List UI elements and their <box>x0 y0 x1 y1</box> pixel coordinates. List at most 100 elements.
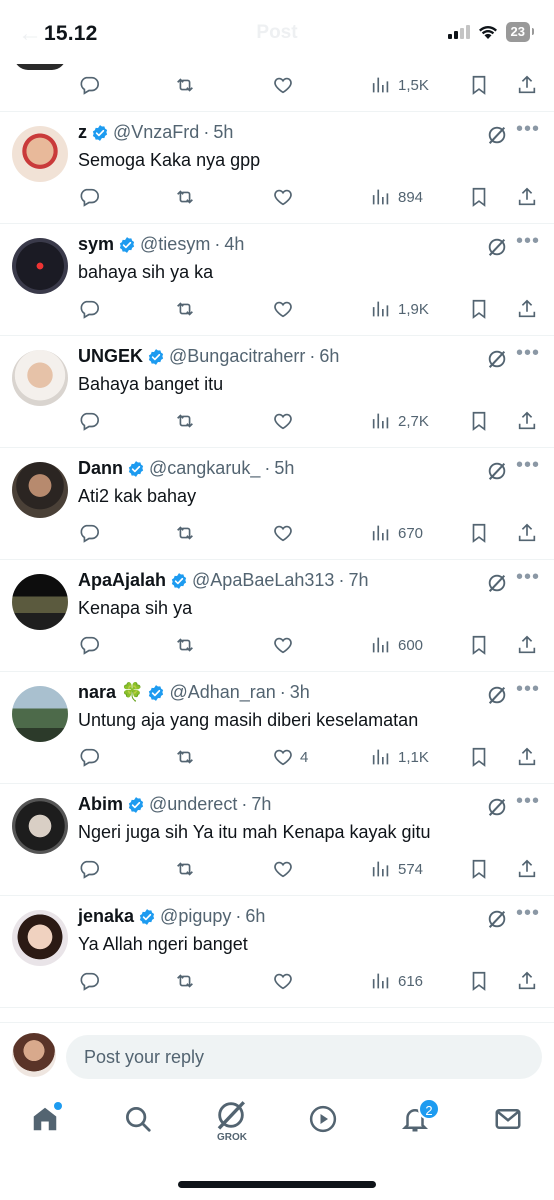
avatar[interactable] <box>12 910 68 966</box>
retweet-button[interactable] <box>174 182 196 212</box>
like-button[interactable]: 4 <box>272 742 308 772</box>
views-button[interactable]: 670 <box>370 518 423 548</box>
reply-tweet[interactable]: nara 🍀 @Adhan_ran · 3h Untung aja yang m… <box>0 672 554 784</box>
more-icon[interactable]: ••• <box>516 678 540 701</box>
author-name[interactable]: ApaAjalah <box>78 570 166 591</box>
avatar[interactable] <box>12 1033 56 1077</box>
like-button[interactable] <box>272 406 300 436</box>
reply-button[interactable] <box>78 630 100 660</box>
reply-tweet[interactable]: ApaAjalah @ApaBaeLah313 · 7h Kenapa sih … <box>0 560 554 672</box>
avatar[interactable] <box>12 238 68 294</box>
author-handle[interactable]: @ApaBaeLah313 <box>192 570 334 591</box>
reply-button[interactable] <box>78 854 100 884</box>
retweet-button[interactable] <box>174 70 196 100</box>
author-name[interactable]: jenaka <box>78 906 134 927</box>
author-name[interactable]: Abim <box>78 794 123 815</box>
retweet-button[interactable] <box>174 518 196 548</box>
share-button[interactable] <box>516 70 538 100</box>
grok-icon[interactable] <box>486 908 508 930</box>
more-icon[interactable]: ••• <box>516 454 540 477</box>
grok-icon[interactable] <box>486 796 508 818</box>
avatar[interactable] <box>12 686 68 742</box>
reply-button[interactable] <box>78 742 100 772</box>
views-button[interactable]: 1,5K <box>370 70 429 100</box>
share-button[interactable] <box>516 294 538 324</box>
share-button[interactable] <box>516 518 538 548</box>
author-handle[interactable]: @VnzaFrd <box>113 122 199 143</box>
retweet-button[interactable] <box>174 630 196 660</box>
author-handle[interactable]: @Adhan_ran <box>169 682 275 703</box>
share-button[interactable] <box>516 406 538 436</box>
author-handle[interactable]: @tiesym <box>140 234 210 255</box>
share-button[interactable] <box>516 854 538 884</box>
reply-input[interactable] <box>66 1035 542 1079</box>
tab-video[interactable] <box>308 1104 340 1136</box>
views-button[interactable]: 894 <box>370 182 423 212</box>
like-button[interactable] <box>272 630 300 660</box>
reply-button[interactable] <box>78 518 100 548</box>
tab-notifications[interactable]: 2 <box>400 1098 440 1136</box>
author-name[interactable]: sym <box>78 234 114 255</box>
avatar[interactable] <box>12 462 68 518</box>
reply-button[interactable] <box>78 406 100 436</box>
reply-tweet[interactable]: jenaka @pigupy · 6h Ya Allah ngeri bange… <box>0 896 554 1008</box>
share-button[interactable] <box>516 182 538 212</box>
more-icon[interactable]: ••• <box>516 230 540 253</box>
author-handle[interactable]: @cangkaruk_ <box>149 458 260 479</box>
views-button[interactable]: 616 <box>370 966 423 996</box>
retweet-button[interactable] <box>174 854 196 884</box>
reply-button[interactable] <box>78 966 100 996</box>
more-icon[interactable]: ••• <box>516 902 540 925</box>
grok-icon[interactable] <box>486 460 508 482</box>
like-button[interactable] <box>272 70 294 100</box>
retweet-button[interactable] <box>174 742 196 772</box>
author-name[interactable]: UNGEK <box>78 346 143 367</box>
reply-tweet[interactable]: z @VnzaFrd · 5h Semoga Kaka nya gpp ••• <box>0 112 554 224</box>
bookmark-button[interactable] <box>468 742 490 772</box>
bookmark-button[interactable] <box>468 518 490 548</box>
views-button[interactable]: 574 <box>370 854 423 884</box>
reply-button[interactable] <box>78 70 100 100</box>
more-icon[interactable]: ••• <box>516 566 540 589</box>
more-icon[interactable]: ••• <box>516 342 540 365</box>
like-button[interactable] <box>272 854 300 884</box>
reply-button[interactable] <box>78 182 100 212</box>
like-button[interactable] <box>272 294 300 324</box>
retweet-button[interactable] <box>174 966 196 996</box>
reply-tweet[interactable]: sym @tiesym · 4h bahaya sih ya ka ••• 1,… <box>0 224 554 336</box>
reply-tweet[interactable]: Abim @underect · 7h Ngeri juga sih Ya it… <box>0 784 554 896</box>
more-icon[interactable]: ••• <box>516 118 540 141</box>
tab-grok[interactable]: GROK <box>214 1098 250 1143</box>
bookmark-button[interactable] <box>468 182 490 212</box>
tab-messages[interactable] <box>493 1104 525 1136</box>
more-icon[interactable]: ••• <box>516 790 540 813</box>
like-button[interactable] <box>272 182 300 212</box>
avatar[interactable] <box>12 574 68 630</box>
grok-icon[interactable] <box>486 684 508 706</box>
reply-button[interactable] <box>78 294 100 324</box>
retweet-button[interactable] <box>174 294 196 324</box>
views-button[interactable]: 2,7K <box>370 406 429 436</box>
bookmark-button[interactable] <box>468 630 490 660</box>
grok-icon[interactable] <box>486 236 508 258</box>
like-button[interactable] <box>272 966 300 996</box>
author-handle[interactable]: @underect <box>149 794 237 815</box>
tab-search[interactable] <box>123 1104 155 1136</box>
share-button[interactable] <box>516 966 538 996</box>
retweet-button[interactable] <box>174 406 196 436</box>
author-name[interactable]: Dann <box>78 458 123 479</box>
share-button[interactable] <box>516 742 538 772</box>
bookmark-button[interactable] <box>468 406 490 436</box>
share-button[interactable] <box>516 630 538 660</box>
reply-tweet[interactable]: Dann @cangkaruk_ · 5h Ati2 kak bahay ••• <box>0 448 554 560</box>
author-handle[interactable]: @Bungacitraherr <box>169 346 305 367</box>
reply-tweet[interactable]: UNGEK @Bungacitraherr · 6h Bahaya banget… <box>0 336 554 448</box>
bookmark-button[interactable] <box>468 70 490 100</box>
views-button[interactable]: 1,9K <box>370 294 429 324</box>
bookmark-button[interactable] <box>468 294 490 324</box>
bookmark-button[interactable] <box>468 854 490 884</box>
avatar[interactable] <box>12 798 68 854</box>
views-button[interactable]: 1,1K <box>370 742 429 772</box>
views-button[interactable]: 600 <box>370 630 423 660</box>
grok-icon[interactable] <box>486 348 508 370</box>
